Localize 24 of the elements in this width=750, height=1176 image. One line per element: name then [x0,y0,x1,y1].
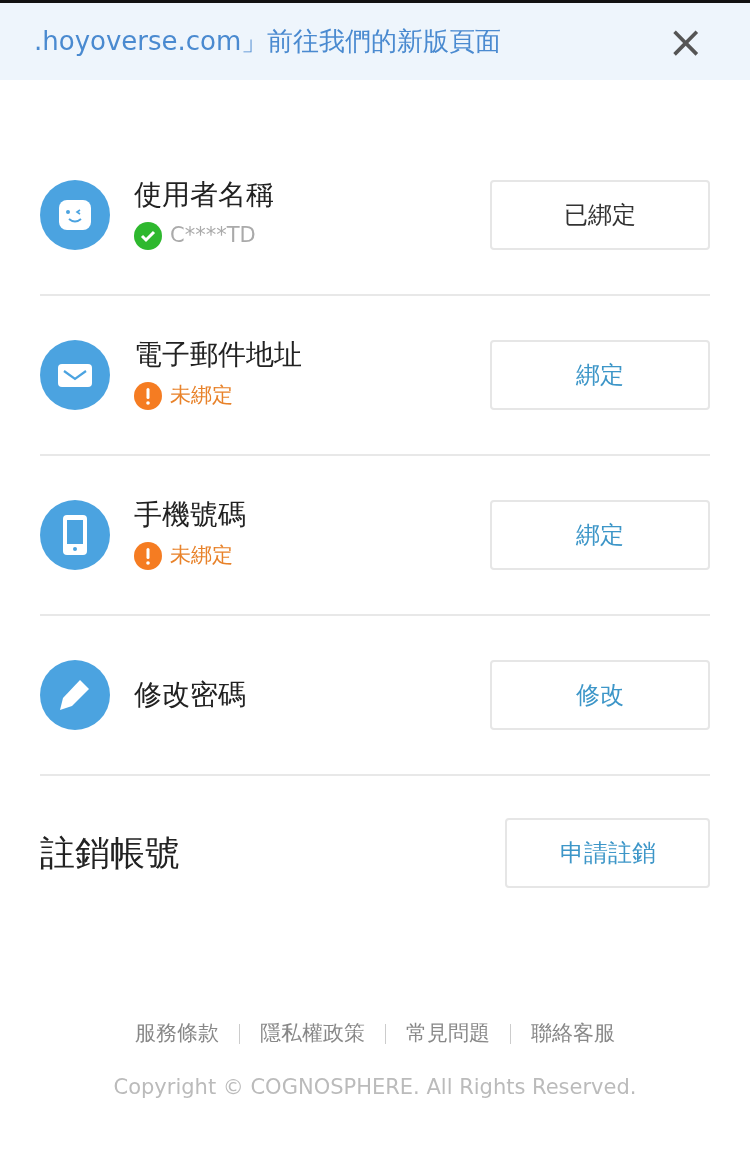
footer-link[interactable]: 隱私權政策 [260,1018,365,1050]
item-title: 使用者名稱 [134,178,274,213]
close-button[interactable]: × [661,19,710,64]
envelope-icon [40,340,110,410]
phone-icon [40,500,110,570]
footer-link[interactable]: 聯絡客服 [531,1018,615,1050]
change-button[interactable]: 修改 [490,660,710,730]
face-icon [40,180,110,250]
bind-button[interactable]: 綁定 [490,340,710,410]
bind-button[interactable]: 已綁定 [490,180,710,250]
delete-account-button[interactable]: 申請註銷 [505,818,710,888]
copyright-text: Copyright © COGNOSPHERE. All Rights Reserved. [113,1073,637,1101]
item-title: 手機號碼 [134,498,246,533]
account-value: C****TD [170,222,256,250]
pencil-icon [40,660,110,730]
bind-button[interactable]: 綁定 [490,500,710,570]
footer-link[interactable]: 常見問題 [406,1018,490,1050]
status-text: 未綁定 [170,542,233,570]
section-title: 註銷帳號 [40,831,180,875]
status-text: 未綁定 [170,382,233,410]
banner-text: .hoyoverse.com」前往我們的新版頁面 [34,25,502,58]
footer-link[interactable]: 服務條款 [135,1018,219,1050]
item-title: 修改密碼 [134,678,246,712]
item-title: 電子郵件地址 [134,338,302,373]
